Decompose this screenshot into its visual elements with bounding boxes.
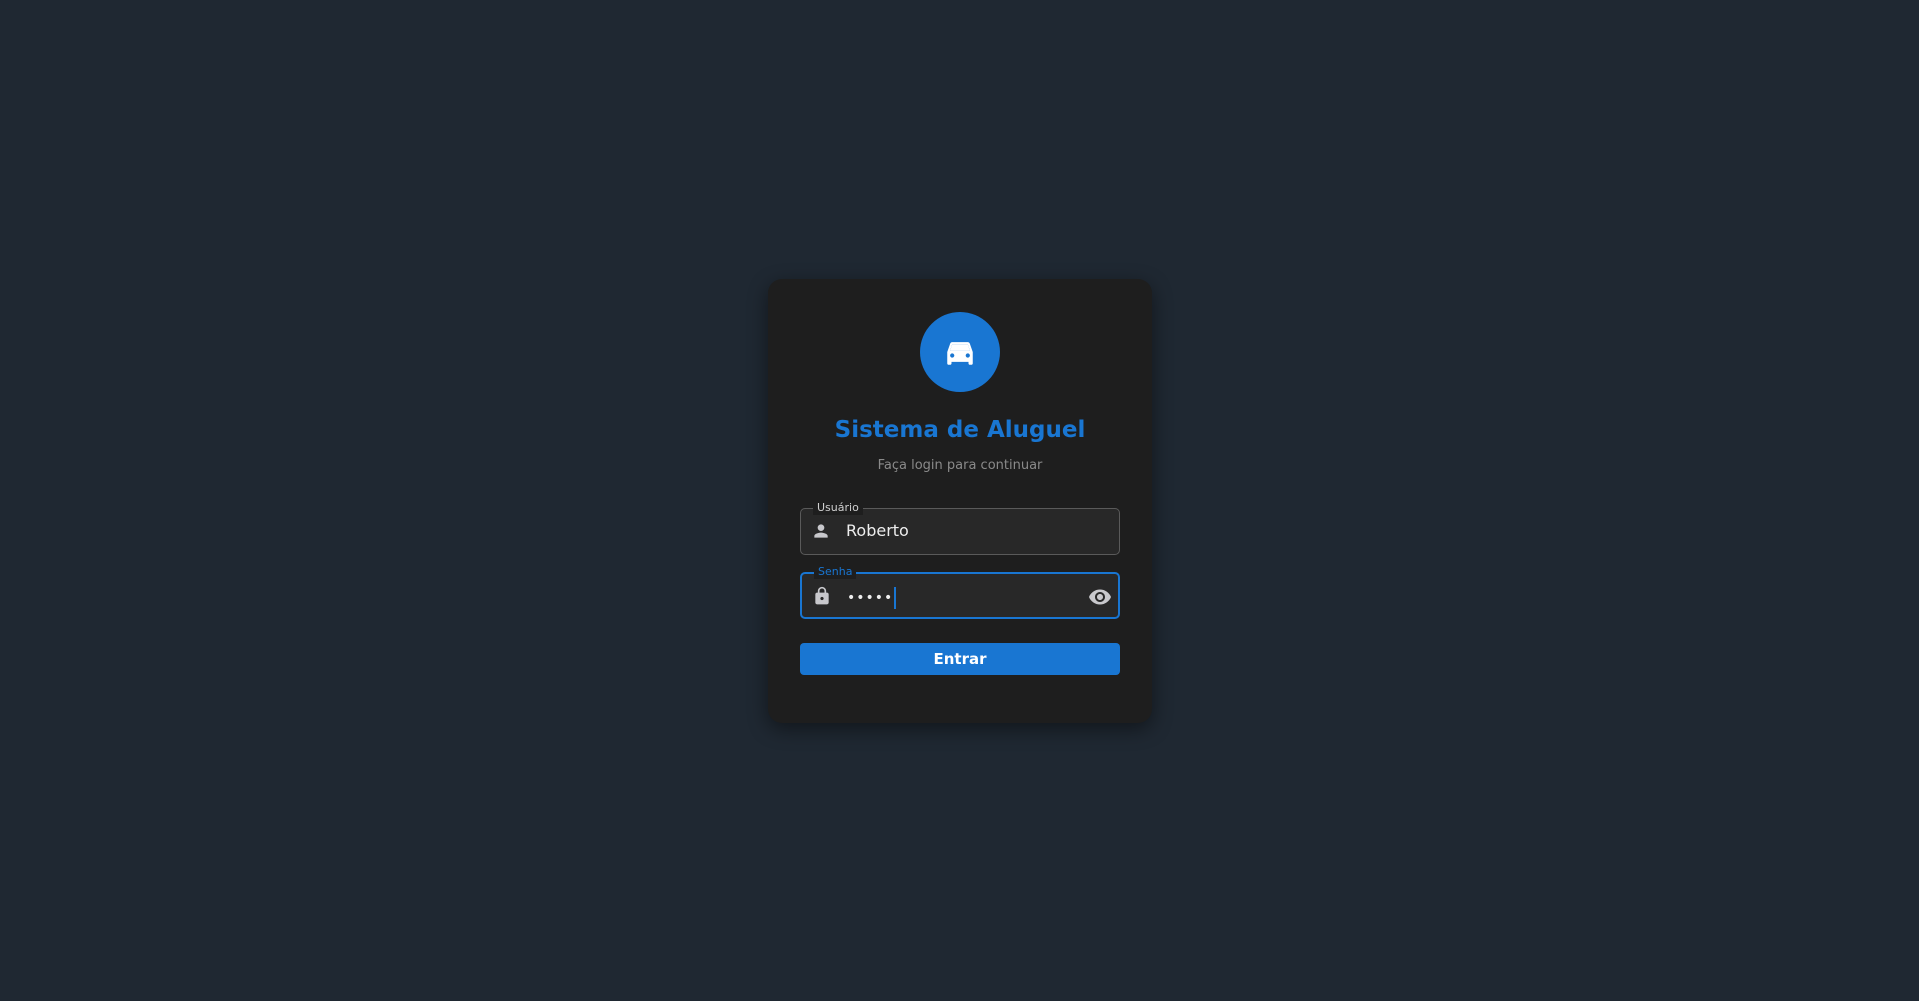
page-subtitle: Faça login para continuar	[877, 458, 1043, 473]
password-field[interactable]: Senha •••••	[800, 565, 1120, 619]
password-value: •••••	[847, 590, 894, 606]
login-button[interactable]: Entrar	[800, 643, 1120, 675]
login-card: Sistema de Aluguel Faça login para conti…	[768, 279, 1152, 723]
username-input[interactable]: Roberto	[846, 521, 909, 540]
username-label: Usuário	[813, 501, 863, 515]
lock-icon	[815, 586, 829, 605]
page-title: Sistema de Aluguel	[834, 417, 1086, 443]
password-input[interactable]: •••••	[847, 587, 897, 609]
text-caret	[894, 587, 897, 609]
username-field[interactable]: Usuário Roberto	[800, 501, 1120, 555]
person-icon	[814, 524, 828, 538]
password-label: Senha	[814, 565, 857, 579]
eye-icon[interactable]	[1088, 585, 1112, 609]
car-icon	[920, 312, 1000, 392]
